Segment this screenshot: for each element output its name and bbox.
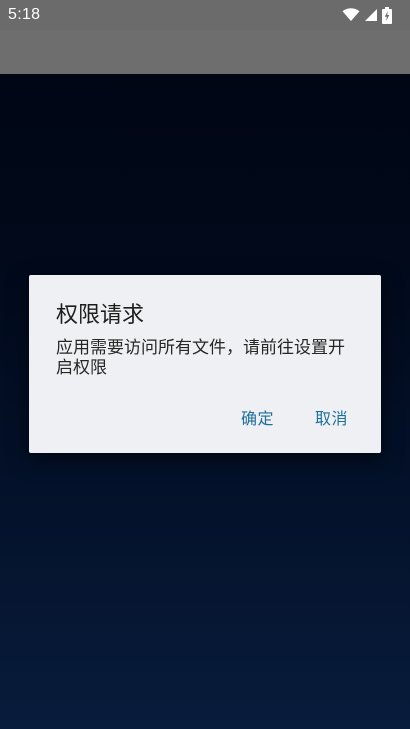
wifi-icon [342, 8, 360, 22]
status-time: 5:18 [8, 6, 41, 23]
battery-charging-icon [382, 6, 392, 24]
screen: 5:18 权限请求 应用需要访问所有文件，请前往设置开启权限 确定 取消 [0, 0, 410, 729]
confirm-button[interactable]: 确定 [241, 399, 274, 435]
app-bar [0, 30, 410, 74]
status-icons [342, 6, 392, 24]
permission-dialog: 权限请求 应用需要访问所有文件，请前往设置开启权限 确定 取消 [29, 275, 381, 453]
signal-icon [364, 8, 378, 22]
status-bar: 5:18 [0, 0, 410, 30]
cancel-button[interactable]: 取消 [315, 399, 348, 435]
dialog-actions: 确定 取消 [241, 399, 381, 435]
dialog-title: 权限请求 [56, 303, 145, 328]
dialog-message: 应用需要访问所有文件，请前往设置开启权限 [56, 338, 345, 378]
